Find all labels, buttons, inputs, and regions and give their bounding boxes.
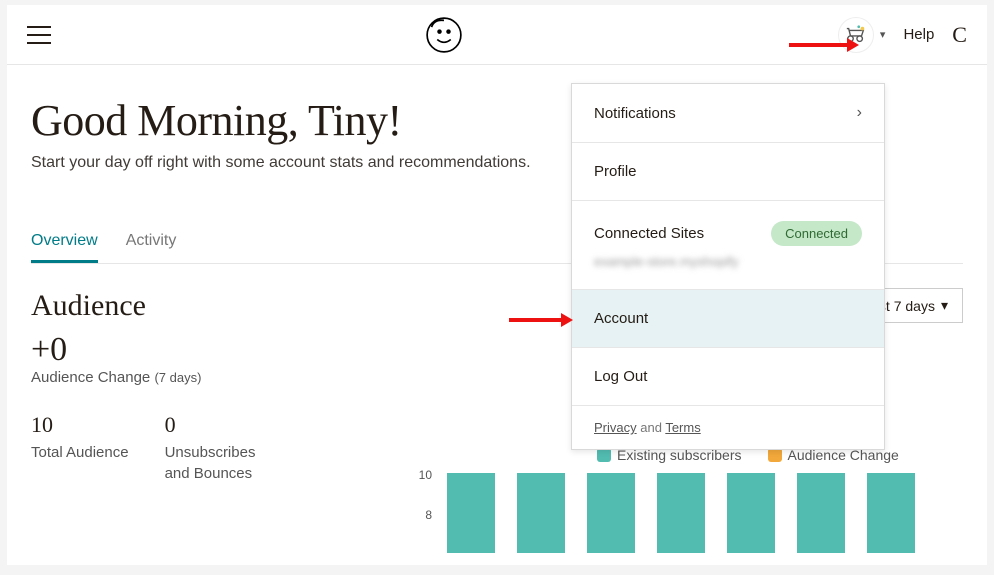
search-icon[interactable]: C [952,22,967,48]
totals-row: 10 Total Audience 0 Unsubscribes and Bou… [31,412,351,484]
app-window: ▾ Help C Good Morning, Tiny! Start your … [7,5,987,565]
swatch-existing-icon [597,448,611,462]
chevron-down-icon: ▾ [880,28,886,41]
account-dropdown: Notifications › Profile Connected Sites … [571,83,885,450]
terms-link[interactable]: Terms [665,420,700,435]
chevron-right-icon: › [857,104,862,122]
dropdown-item-logout[interactable]: Log Out [572,348,884,406]
dropdown-item-notifications[interactable]: Notifications › [572,84,884,143]
annotation-arrow-icon [789,35,859,55]
metric-unsubscribes: 0 Unsubscribes and Bounces [165,412,285,484]
menu-icon[interactable] [27,26,51,44]
annotation-arrow-icon [509,310,573,330]
metric-total-audience: 10 Total Audience [31,412,129,484]
metric-audience-change-label: Audience Change (7 days) [31,369,351,386]
brand-logo-icon[interactable] [426,17,462,53]
dropdown-item-account[interactable]: Account [572,290,884,348]
bar-day-2 [517,473,565,553]
help-link[interactable]: Help [903,26,934,43]
privacy-link[interactable]: Privacy [594,420,637,435]
section-title-audience: Audience [31,289,146,323]
chart-bars [447,473,915,553]
connected-badge: Connected [771,221,862,246]
bar-day-4 [657,473,705,553]
bar-day-6 [797,473,845,553]
bar-day-1 [447,473,495,553]
bar-day-3 [587,473,635,553]
dropdown-item-connected-sites[interactable]: Connected Sites Connected example-store.… [572,201,884,290]
bar-day-5 [727,473,775,553]
tab-activity[interactable]: Activity [126,232,177,263]
connected-site-name: example-store.myshopify [594,254,862,269]
chart-y-axis: 10 8 [412,468,432,548]
dropdown-footer: Privacy and Terms [572,406,884,449]
metric-audience-change-value: +0 [31,331,351,369]
swatch-change-icon [768,448,782,462]
dropdown-item-profile[interactable]: Profile [572,143,884,201]
bar-day-7 [867,473,915,553]
tab-overview[interactable]: Overview [31,232,98,263]
chevron-down-icon: ▾ [941,297,948,314]
